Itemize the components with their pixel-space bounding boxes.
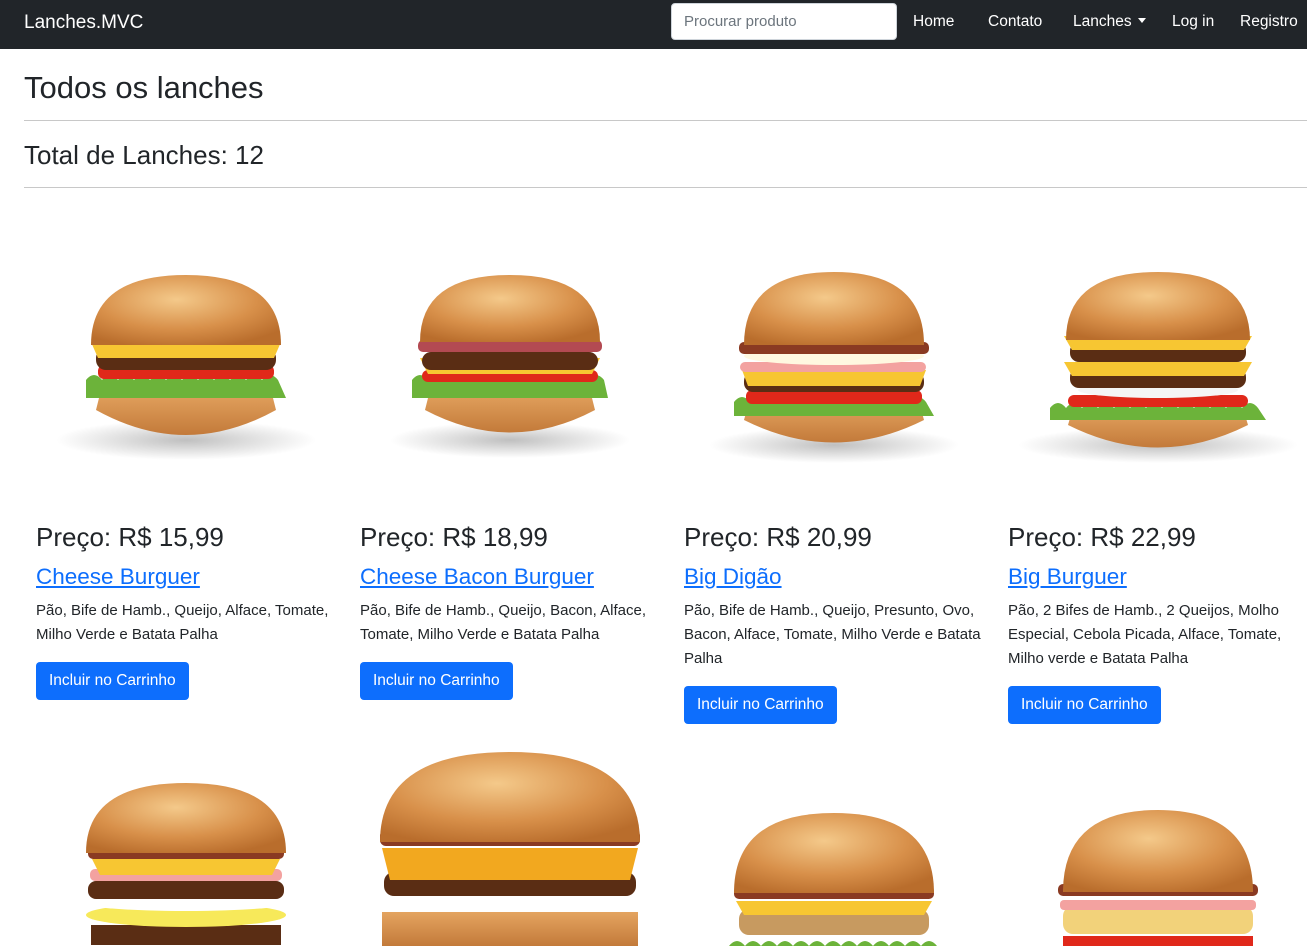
card-content: Preço: R$ 22,99 Big Burguer Pão, 2 Bifes…: [1008, 0, 1307, 946]
product-description: Pão, Bife de Hamb., Queijo, Bacon, Alfac…: [360, 602, 646, 643]
product-image: [1058, 810, 1258, 946]
product-price: Preço: R$ 18,99: [360, 522, 548, 552]
product-price: Preço: R$ 22,99: [1008, 522, 1196, 552]
product-name-link[interactable]: Big Digão: [684, 564, 782, 590]
product-image: [380, 752, 640, 946]
add-to-cart-button[interactable]: Incluir no Carrinho: [684, 686, 837, 724]
add-to-cart-button[interactable]: Incluir no Carrinho: [360, 662, 513, 700]
product-name-link[interactable]: Cheese Bacon Burguer: [360, 564, 594, 590]
product-description: Pão, Bife de Hamb., Queijo, Alface, Toma…: [36, 602, 329, 643]
product-description: Pão, Bife de Hamb., Queijo, Presunto, Ov…: [684, 602, 981, 667]
add-to-cart-button[interactable]: Incluir no Carrinho: [36, 662, 189, 700]
product-price: Preço: R$ 20,99: [684, 522, 872, 552]
product-image: [729, 813, 937, 946]
add-to-cart-button[interactable]: Incluir no Carrinho: [1008, 686, 1161, 724]
product-name-link[interactable]: Cheese Burguer: [36, 564, 200, 590]
product-description: Pão, 2 Bifes de Hamb., 2 Queijos, Molho …: [1008, 602, 1282, 667]
product-image: [84, 783, 288, 945]
product-name-link[interactable]: Big Burguer: [1008, 564, 1127, 590]
product-price: Preço: R$ 15,99: [36, 522, 224, 552]
